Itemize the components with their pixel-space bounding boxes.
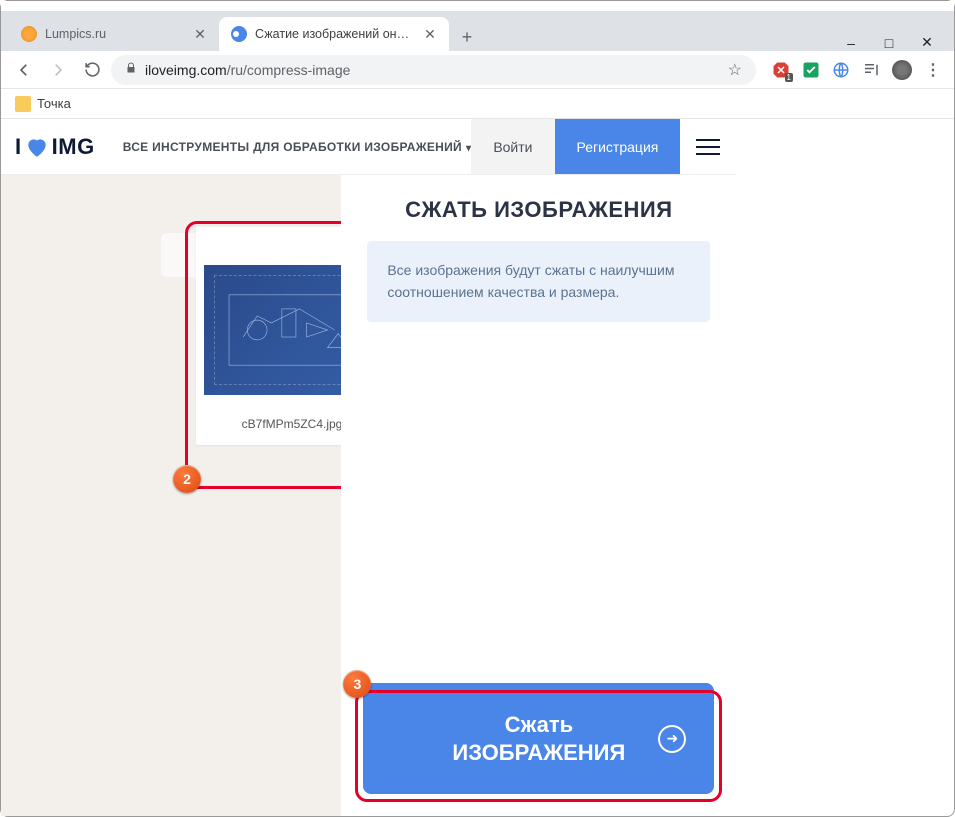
sidebar-panel: СЖАТЬ ИЗОБРАЖЕНИЯ Все изображения будут … bbox=[341, 175, 736, 816]
window-controls: – □ ✕ bbox=[844, 34, 954, 51]
tab-title: Lumpics.ru bbox=[45, 27, 185, 41]
address-bar[interactable]: iloveimg.com/ru/compress-image ☆ bbox=[111, 55, 756, 85]
heart-icon bbox=[24, 134, 50, 160]
tab-close-icon[interactable]: ✕ bbox=[423, 27, 437, 41]
close-window-button[interactable]: ✕ bbox=[920, 34, 934, 51]
favicon-iloveimg bbox=[231, 26, 247, 42]
bookmark-star-icon[interactable]: ☆ bbox=[728, 60, 742, 80]
bookmark-favicon bbox=[15, 96, 31, 112]
maximize-button[interactable]: □ bbox=[882, 35, 896, 51]
site-header: I IMG ВСЕ ИНСТРУМЕНТЫ ДЛЯ ОБРАБОТКИ ИЗОБ… bbox=[1, 119, 736, 175]
adblock-badge: 1 bbox=[785, 73, 793, 82]
favicon-lumpics bbox=[21, 26, 37, 42]
tab-iloveimg[interactable]: Сжатие изображений онлайн — ✕ bbox=[219, 17, 449, 51]
register-button[interactable]: Регистрация bbox=[555, 119, 681, 174]
tab-lumpics[interactable]: Lumpics.ru ✕ bbox=[9, 17, 219, 51]
profile-avatar[interactable] bbox=[892, 60, 912, 80]
logo-text-1: I bbox=[15, 134, 22, 160]
browser-toolbar: iloveimg.com/ru/compress-image ☆ 1 ⋮ bbox=[1, 51, 954, 89]
sidebar-info-text: Все изображения будут сжаты с наилучшим … bbox=[367, 241, 710, 322]
reload-button[interactable] bbox=[77, 55, 107, 85]
compress-button-label: Сжать ИЗОБРАЖЕНИЯ bbox=[452, 711, 625, 766]
bookmark-item[interactable]: Точка bbox=[37, 96, 71, 111]
reader-extension-icon[interactable] bbox=[862, 61, 880, 79]
adblock-icon[interactable]: 1 bbox=[772, 61, 790, 79]
tab-close-icon[interactable]: ✕ bbox=[193, 27, 207, 41]
compress-button[interactable]: Сжать ИЗОБРАЖЕНИЯ ➜ bbox=[363, 683, 714, 794]
address-text: iloveimg.com/ru/compress-image bbox=[145, 62, 350, 78]
back-button[interactable] bbox=[9, 55, 39, 85]
tab-strip: Lumpics.ru ✕ Сжатие изображений онлайн —… bbox=[1, 11, 954, 51]
logo-text-2: IMG bbox=[52, 134, 95, 160]
annotation-badge-2: 2 bbox=[173, 465, 201, 493]
tab-title: Сжатие изображений онлайн — bbox=[255, 27, 415, 41]
globe-extension-icon[interactable] bbox=[832, 61, 850, 79]
site-logo[interactable]: I IMG bbox=[15, 134, 95, 160]
check-extension-icon[interactable] bbox=[802, 61, 820, 79]
browser-menu-icon[interactable]: ⋮ bbox=[924, 61, 942, 79]
hamburger-menu-icon[interactable] bbox=[680, 119, 736, 174]
minimize-button[interactable]: – bbox=[844, 35, 858, 51]
arrow-right-icon: ➜ bbox=[658, 725, 686, 753]
lock-icon bbox=[125, 62, 137, 77]
upload-area[interactable]: cB7fMPm5ZC4.jpg + 1 1 2 bbox=[1, 175, 341, 816]
sidebar-title: СЖАТЬ ИЗОБРАЖЕНИЯ bbox=[341, 175, 736, 241]
extension-icons: 1 ⋮ bbox=[760, 60, 946, 80]
login-button[interactable]: Войти bbox=[471, 119, 554, 174]
forward-button[interactable] bbox=[43, 55, 73, 85]
bookmarks-bar: Точка bbox=[1, 89, 954, 119]
new-tab-button[interactable]: + bbox=[453, 23, 481, 51]
tools-dropdown[interactable]: ВСЕ ИНСТРУМЕНТЫ ДЛЯ ОБРАБОТКИ ИЗОБРАЖЕНИ… bbox=[123, 140, 472, 154]
